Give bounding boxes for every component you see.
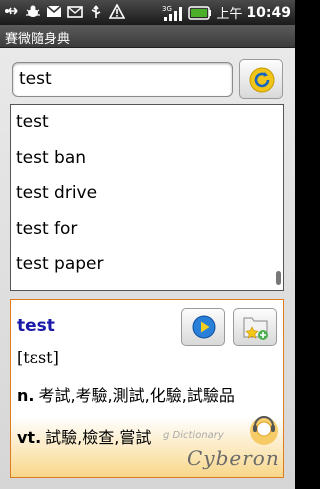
watermark-text: g Dictionary	[163, 430, 224, 441]
definition-entry: vt. 試驗,檢查,嘗試	[17, 424, 151, 448]
system-indicators: 3G 上午 10:49	[162, 3, 291, 23]
phonetic: [tɛst]	[17, 348, 59, 367]
meaning: 考試,考驗,測試,化驗,試驗品	[38, 386, 235, 405]
usb-icon	[5, 7, 18, 15]
list-item[interactable]: test for	[11, 212, 283, 248]
list-item[interactable]: test drive	[11, 176, 283, 212]
brand-logo: Cyberon	[187, 446, 280, 470]
app-title: 賽微隨身典	[5, 32, 71, 47]
clock-ampm: 上午	[216, 7, 243, 22]
part-of-speech: vt.	[17, 428, 42, 447]
usb-debug-icon	[26, 5, 40, 17]
warning-icon	[109, 4, 125, 19]
list-scrollbar[interactable]	[276, 271, 281, 285]
list-item[interactable]: test paper	[11, 247, 283, 283]
gmail-icon	[46, 5, 62, 17]
list-item[interactable]: test	[11, 105, 283, 141]
clock-time: 10:49	[246, 4, 291, 21]
status-bar: 3G 上午 10:49	[0, 0, 295, 25]
battery-icon	[188, 5, 212, 20]
part-of-speech: n.	[17, 386, 35, 405]
mail-icon	[67, 6, 83, 18]
definition-entry: n. 考試,考驗,測試,化驗,試驗品	[17, 382, 235, 406]
definition-panel: test [tɛst] n. 考試,考驗,測試,化驗,試驗品 g Dictiona…	[10, 299, 284, 478]
add-bookmark-icon	[243, 317, 268, 340]
play-pronunciation-button[interactable]	[181, 308, 225, 346]
headword: test	[17, 316, 55, 336]
meaning: 試驗,檢查,嘗試	[45, 428, 152, 447]
notification-icons	[4, 4, 125, 19]
list-item[interactable]: test ban	[11, 141, 283, 177]
usb-icon	[91, 5, 101, 18]
word-suggestion-list[interactable]: test test ban test drive test for test p…	[10, 104, 284, 291]
play-icon	[192, 315, 216, 339]
signal-icon: 3G	[162, 5, 183, 21]
main-content: test test test ban test drive test for t…	[0, 48, 295, 489]
refresh-button[interactable]	[239, 59, 283, 99]
mascot-icon	[250, 416, 278, 445]
app-title-bar: 賽微隨身典	[0, 25, 295, 48]
refresh-icon	[249, 67, 275, 93]
search-input[interactable]: test	[12, 62, 233, 97]
add-favorite-button[interactable]	[233, 308, 277, 346]
network-type-label: 3G	[162, 5, 172, 13]
